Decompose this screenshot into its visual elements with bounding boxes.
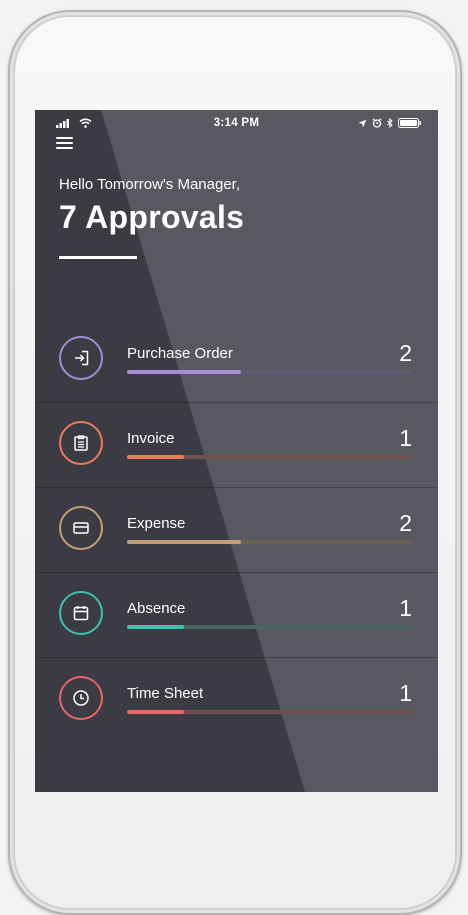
clock-icon bbox=[73, 690, 89, 706]
alarm-icon bbox=[372, 118, 382, 128]
invoice-icon-badge bbox=[59, 421, 103, 465]
time-sheet-icon-badge bbox=[59, 676, 103, 720]
approval-item-expense[interactable]: Expense 2 bbox=[35, 488, 438, 573]
page-title: 7 Approvals bbox=[59, 199, 245, 235]
bluetooth-icon bbox=[387, 118, 393, 128]
approval-item-purchase-order[interactable]: Purchase Order 2 bbox=[35, 318, 438, 403]
hamburger-menu-icon[interactable] bbox=[56, 137, 73, 151]
approval-item-time-sheet[interactable]: Time Sheet 1 bbox=[35, 658, 438, 742]
approval-item-label: Absence bbox=[127, 600, 186, 617]
exit-icon bbox=[75, 350, 89, 366]
progress-track bbox=[127, 455, 412, 459]
approval-item-invoice[interactable]: Invoice 1 bbox=[35, 403, 438, 488]
approval-item-label: Purchase Order bbox=[127, 345, 233, 362]
approval-item-label: Invoice bbox=[127, 430, 175, 447]
greeting-text: Hello Tomorrow's Manager, bbox=[59, 176, 240, 193]
progress-fill bbox=[127, 370, 241, 374]
progress-fill bbox=[127, 455, 184, 459]
location-icon bbox=[358, 119, 367, 127]
progress-fill bbox=[127, 540, 241, 544]
approval-item-label: Expense bbox=[127, 515, 186, 532]
expense-icon-badge bbox=[59, 506, 103, 550]
title-underline bbox=[59, 256, 137, 259]
progress-fill bbox=[127, 625, 184, 629]
absence-icon-badge bbox=[59, 591, 103, 635]
clipboard-icon bbox=[74, 435, 88, 451]
status-bar: 3:14 PM bbox=[35, 116, 438, 132]
progress-track bbox=[127, 540, 412, 544]
purchase-order-icon-badge bbox=[59, 336, 103, 380]
approval-item-count: 2 bbox=[399, 510, 412, 536]
card-icon bbox=[73, 522, 89, 534]
progress-fill bbox=[127, 710, 184, 714]
approval-list: Purchase Order 2 Invoice 1 Expense 2 Abs… bbox=[35, 318, 438, 742]
approval-item-count: 2 bbox=[399, 340, 412, 366]
app-screen: 3:14 PM Hello Tomorrow's Manager, 7 Appr… bbox=[35, 110, 438, 792]
progress-track bbox=[127, 710, 412, 714]
calendar-icon bbox=[73, 606, 89, 621]
approval-item-count: 1 bbox=[399, 680, 412, 706]
approval-item-count: 1 bbox=[399, 595, 412, 621]
progress-track bbox=[127, 370, 412, 374]
status-right-icons bbox=[358, 118, 422, 128]
approval-item-label: Time Sheet bbox=[127, 685, 204, 702]
approval-item-count: 1 bbox=[399, 425, 412, 451]
progress-track bbox=[127, 625, 412, 629]
approval-item-absence[interactable]: Absence 1 bbox=[35, 573, 438, 658]
battery-icon bbox=[398, 118, 421, 128]
